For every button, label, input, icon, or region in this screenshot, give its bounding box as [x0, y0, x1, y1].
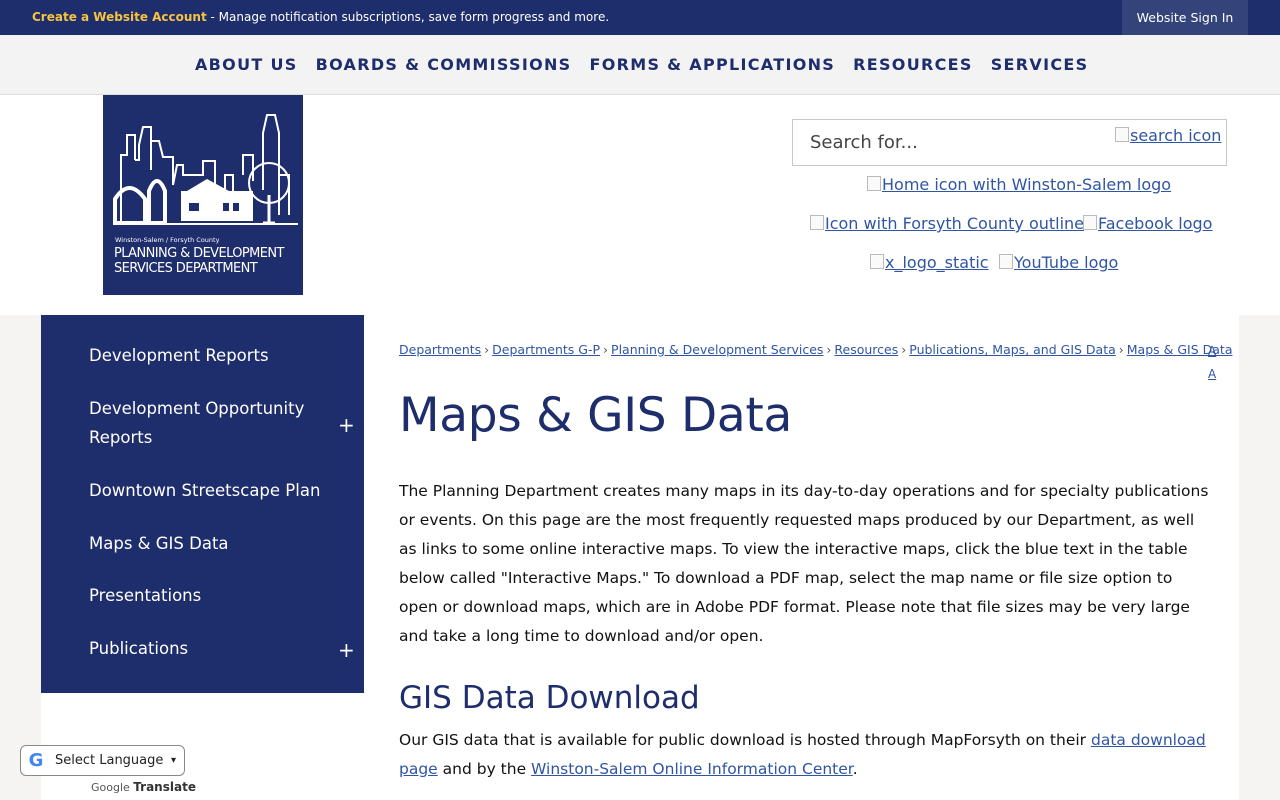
breadcrumb-publications-maps-gis[interactable]: Publications, Maps, and GIS Data — [909, 342, 1116, 357]
gis-paragraph: Our GIS data that is available for publi… — [399, 726, 1214, 784]
sidebar-item-publications[interactable]: Publications — [89, 634, 364, 663]
nav-item-forms-applications[interactable]: FORMS & APPLICATIONS — [580, 35, 844, 95]
account-message: Create a Website Account - Manage notifi… — [32, 0, 609, 35]
language-select[interactable]: G Select Language ▾ — [20, 745, 185, 776]
site-header: Winston-Salem / Forsyth County PLANNING … — [0, 95, 1280, 315]
search-input[interactable] — [793, 120, 1113, 165]
facebook-icon[interactable]: Facebook logo — [1083, 214, 1212, 233]
website-sign-in-button[interactable]: Website Sign In — [1122, 0, 1248, 35]
gis-data-download-heading: GIS Data Download — [399, 680, 700, 716]
search-icon[interactable]: search icon — [1115, 126, 1221, 145]
breadcrumb-resources[interactable]: Resources — [834, 342, 898, 357]
breadcrumb-separator: › — [1118, 342, 1124, 357]
logo-line-3: SERVICES DEPARTMENT — [114, 261, 258, 276]
nav-item-boards-commissions[interactable]: BOARDS & COMMISSIONS — [307, 35, 581, 95]
chevron-down-icon: ▾ — [171, 755, 177, 766]
account-message-text: - Manage notification subscriptions, sav… — [206, 10, 610, 24]
department-logo[interactable]: Winston-Salem / Forsyth County PLANNING … — [103, 95, 303, 295]
sidebar-item-presentations[interactable]: Presentations — [89, 581, 364, 610]
youtube-icon[interactable]: YouTube logo — [999, 253, 1118, 272]
text-size-increase[interactable]: A — [1208, 367, 1216, 381]
powered-by-google-translate: Google Translate — [91, 780, 196, 794]
breadcrumb-separator: › — [484, 342, 490, 357]
gis-text-3: . — [852, 760, 858, 778]
breadcrumb-departments[interactable]: Departments — [399, 342, 481, 357]
create-account-link[interactable]: Create a Website Account — [32, 10, 207, 24]
home-icon[interactable]: Home icon with Winston-Salem logo — [867, 175, 1171, 194]
gis-text-2: and by the — [437, 760, 532, 778]
language-select-label: Select Language — [55, 753, 164, 768]
nav-item-services[interactable]: SERVICES — [982, 35, 1098, 95]
skyline-illustration — [113, 114, 298, 225]
google-wordmark: Google — [91, 781, 130, 794]
main-navigation: ABOUT US BOARDS & COMMISSIONS FORMS & AP… — [0, 35, 1280, 95]
breadcrumb-separator: › — [901, 342, 907, 357]
gis-text-1: Our GIS data that is available for publi… — [399, 731, 1091, 749]
nav-item-resources[interactable]: RESOURCES — [844, 35, 982, 95]
expand-publications-icon[interactable]: + — [338, 640, 355, 660]
sidebar-nav: Development Reports Development Opportun… — [41, 315, 364, 693]
page-title: Maps & GIS Data — [399, 388, 792, 443]
sidebar-item-development-opportunity-reports[interactable]: Development Opportunity Reports — [89, 394, 319, 452]
expand-development-opportunity-icon[interactable]: + — [338, 415, 355, 435]
utility-bar: Create a Website Account - Manage notifi… — [0, 0, 1280, 35]
breadcrumb-maps-gis-data[interactable]: Maps & GIS Data — [1127, 342, 1233, 357]
logo-line-1: Winston-Salem / Forsyth County — [115, 236, 220, 244]
breadcrumb-separator: › — [826, 342, 832, 357]
x-icon[interactable]: x_logo_static — [870, 253, 989, 272]
sidebar-item-development-reports[interactable]: Development Reports — [89, 341, 364, 370]
google-g-icon: G — [28, 750, 44, 771]
breadcrumb: Departments › Departments G-P › Planning & D… — [399, 342, 1232, 357]
breadcrumb-separator: › — [603, 342, 609, 357]
intro-paragraph: The Planning Department creates many map… — [399, 482, 1209, 645]
text-size-decrease[interactable]: A — [1208, 344, 1216, 358]
forsyth-county-icon[interactable]: Icon with Forsyth County outline — [810, 214, 1084, 233]
breadcrumb-departments-g-p[interactable]: Departments G-P — [492, 342, 600, 357]
sidebar-item-downtown-streetscape-plan[interactable]: Downtown Streetscape Plan — [89, 476, 364, 505]
logo-line-2: PLANNING & DEVELOPMENT — [114, 246, 284, 261]
site-search: search icon — [792, 119, 1227, 166]
online-information-center-link[interactable]: Winston-Salem Online Information Center — [531, 760, 853, 778]
breadcrumb-planning-development[interactable]: Planning & Development Services — [611, 342, 823, 357]
translate-word: Translate — [133, 780, 196, 794]
nav-item-about-us[interactable]: ABOUT US — [186, 35, 307, 95]
sidebar-item-maps-gis-data[interactable]: Maps & GIS Data — [89, 529, 364, 558]
